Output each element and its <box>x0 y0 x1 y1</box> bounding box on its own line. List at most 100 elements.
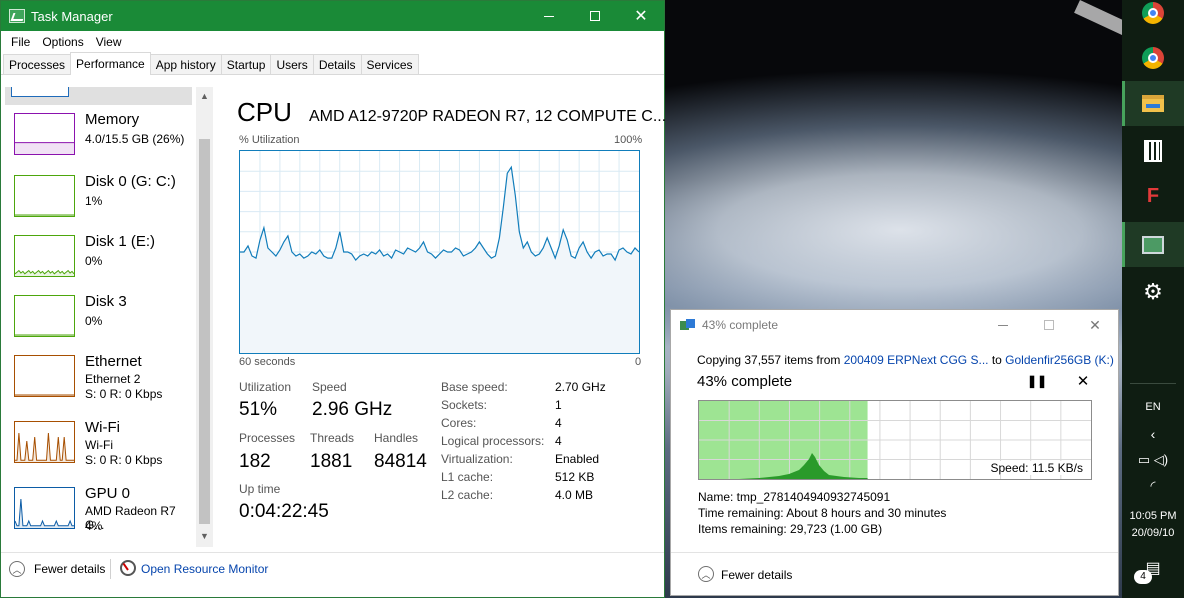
copy-title-bar[interactable]: 43% complete ✕ <box>671 310 1118 340</box>
spec-value: Enabled <box>555 452 600 466</box>
selected-cpu-item[interactable] <box>5 87 192 105</box>
processes-label: Processes <box>239 431 296 445</box>
mini-graph-line <box>15 498 74 527</box>
sidebar-scrollbar[interactable]: ▲ ▼ <box>196 87 213 547</box>
clock-date[interactable]: 20/09/10 <box>1122 527 1184 539</box>
window-title: Task Manager <box>31 8 113 24</box>
mini-graph-svg <box>15 269 74 276</box>
chevron-up-icon[interactable]: ︿ <box>9 561 25 577</box>
sidebar-item-gpu[interactable]: GPU 0 AMD Radeon R7 G... 4% <box>5 485 192 543</box>
uptime-label: Up time <box>239 482 281 496</box>
sidebar-item-ethernet[interactable]: Ethernet Ethernet 2 S: 0 R: 0 Kbps <box>5 353 192 411</box>
taskbar-task-manager[interactable] <box>1122 222 1184 267</box>
fewer-details-link[interactable]: Fewer details <box>34 562 105 576</box>
sidebar-item-title: Wi-Fi <box>85 419 120 436</box>
taskbar-chrome-1[interactable] <box>1122 0 1184 35</box>
menu-file[interactable]: File <box>5 35 36 49</box>
sidebar-item-disk-3[interactable]: Disk 3 0% <box>5 293 192 351</box>
maximize-button[interactable] <box>572 1 618 31</box>
taskbar-chrome-2[interactable] <box>1122 35 1184 80</box>
notification-center-icon[interactable]: ▤ <box>1122 558 1184 578</box>
spec-value: 512 KB <box>555 470 595 484</box>
sidebar-item-sub: 4.0/15.5 GB (26%) <box>85 132 185 146</box>
spec-value: 4.0 MB <box>555 488 594 502</box>
copy-close-button[interactable]: ✕ <box>1072 310 1118 340</box>
sidebar-item-usage: 4% <box>85 519 103 533</box>
resource-list: Memory 4.0/15.5 GB (26%) Disk 0 (G: C:) … <box>5 87 192 547</box>
cancel-copy-button[interactable]: ✕ <box>1073 372 1093 392</box>
spec-value: 1 <box>555 398 562 412</box>
sidebar-item-disk-1[interactable]: Disk 1 (E:) 0% <box>5 233 192 291</box>
close-icon: ✕ <box>1089 316 1101 333</box>
sidebar-item-disk-0[interactable]: Disk 0 (G: C:) 1% <box>5 173 192 231</box>
scroll-down-icon[interactable]: ▼ <box>200 531 209 541</box>
tab-startup[interactable]: Startup <box>220 54 272 74</box>
menu-view[interactable]: View <box>90 35 128 49</box>
sidebar-item-memory[interactable]: Memory 4.0/15.5 GB (26%) <box>5 111 192 169</box>
taskbar-calculator[interactable] <box>1122 128 1184 173</box>
percent-complete: 43% complete <box>697 373 793 390</box>
disk-1-mini-graph <box>14 235 75 277</box>
memory-mini-graph <box>14 113 75 155</box>
scroll-thumb[interactable] <box>199 139 210 524</box>
language-indicator[interactable]: EN <box>1122 401 1184 413</box>
minimize-button[interactable] <box>526 1 572 31</box>
tab-processes[interactable]: Processes <box>3 54 72 74</box>
copy-fewer-details-link[interactable]: Fewer details <box>721 568 792 582</box>
battery-volume-icon[interactable]: ▭ ◁) <box>1122 452 1184 468</box>
minimize-icon <box>544 15 554 17</box>
threads-label: Threads <box>310 431 355 445</box>
tray-separator <box>1130 383 1176 384</box>
handles-label: Handles <box>374 431 419 445</box>
mini-graph-svg <box>15 394 74 396</box>
destination-link[interactable]: Goldenfir256GB (K:) <box>1005 353 1114 367</box>
copy-minimize-button[interactable] <box>980 310 1026 340</box>
sidebar-item-sub: 1% <box>85 194 103 208</box>
wifi-signal-icon[interactable]: ◜ <box>1122 478 1184 494</box>
notification-count-badge: 4 <box>1134 570 1152 584</box>
close-icon: ✕ <box>634 8 648 25</box>
source-folder-link[interactable]: 200409 ERPNext CGG S... <box>844 353 989 367</box>
calculator-icon <box>1144 139 1162 162</box>
maximize-icon <box>590 11 600 21</box>
taskbar-foxit[interactable]: F <box>1122 174 1184 219</box>
utilization-label: Utilization <box>239 380 292 394</box>
taskbar-file-explorer[interactable] <box>1122 81 1184 126</box>
open-resource-monitor-link[interactable]: Open Resource Monitor <box>141 562 268 576</box>
disk-3-mini-graph <box>14 295 75 337</box>
close-button[interactable]: ✕ <box>618 1 664 31</box>
tab-app-history[interactable]: App history <box>149 54 222 74</box>
maximize-icon <box>1044 320 1054 330</box>
task-manager-icon <box>1142 235 1164 254</box>
scroll-up-icon[interactable]: ▲ <box>200 91 209 101</box>
sidebar-item-title: Memory <box>85 111 140 128</box>
task-manager-footer: ︿ Fewer details Open Resource Monitor <box>1 552 664 597</box>
mini-graph-svg <box>15 432 74 462</box>
sidebar-item-throughput: S: 0 R: 0 Kbps <box>85 387 163 401</box>
mini-graph-area <box>15 142 74 154</box>
graph-min-label: 0 <box>635 356 642 368</box>
settings-icon: ⚙ <box>1143 278 1163 304</box>
clock-time[interactable]: 10:05 PM <box>1122 510 1184 522</box>
taskbar-settings[interactable]: ⚙ <box>1122 269 1184 314</box>
tab-services[interactable]: Services <box>360 54 419 74</box>
tab-details[interactable]: Details <box>312 54 362 74</box>
copy-maximize-button[interactable] <box>1026 310 1072 340</box>
spec-key: L1 cache: <box>441 470 494 484</box>
sidebar-item-title: Disk 3 <box>85 293 127 310</box>
show-hidden-icons-chevron-icon[interactable]: ‹ <box>1122 426 1184 442</box>
pause-button[interactable]: ❚❚ <box>1027 374 1047 392</box>
tab-performance[interactable]: Performance <box>70 52 151 75</box>
processes-value: 182 <box>239 451 271 472</box>
sidebar-item-wifi[interactable]: Wi-Fi Wi-Fi S: 0 R: 0 Kbps <box>5 419 192 477</box>
graph-time-label: 60 seconds <box>239 356 296 368</box>
menu-options[interactable]: Options <box>36 35 89 49</box>
chrome-icon <box>1142 1 1164 24</box>
title-bar[interactable]: Task Manager ✕ <box>1 1 664 31</box>
spec-key: Cores: <box>441 416 477 430</box>
chevron-up-icon[interactable]: ︿ <box>698 566 714 582</box>
tab-users[interactable]: Users <box>270 54 314 74</box>
spec-value: 4 <box>555 434 562 448</box>
copy-prefix: Copying 37,557 items from <box>697 353 844 367</box>
cpu-model-name: AMD A12-9720P RADEON R7, 12 COMPUTE C... <box>309 108 667 125</box>
